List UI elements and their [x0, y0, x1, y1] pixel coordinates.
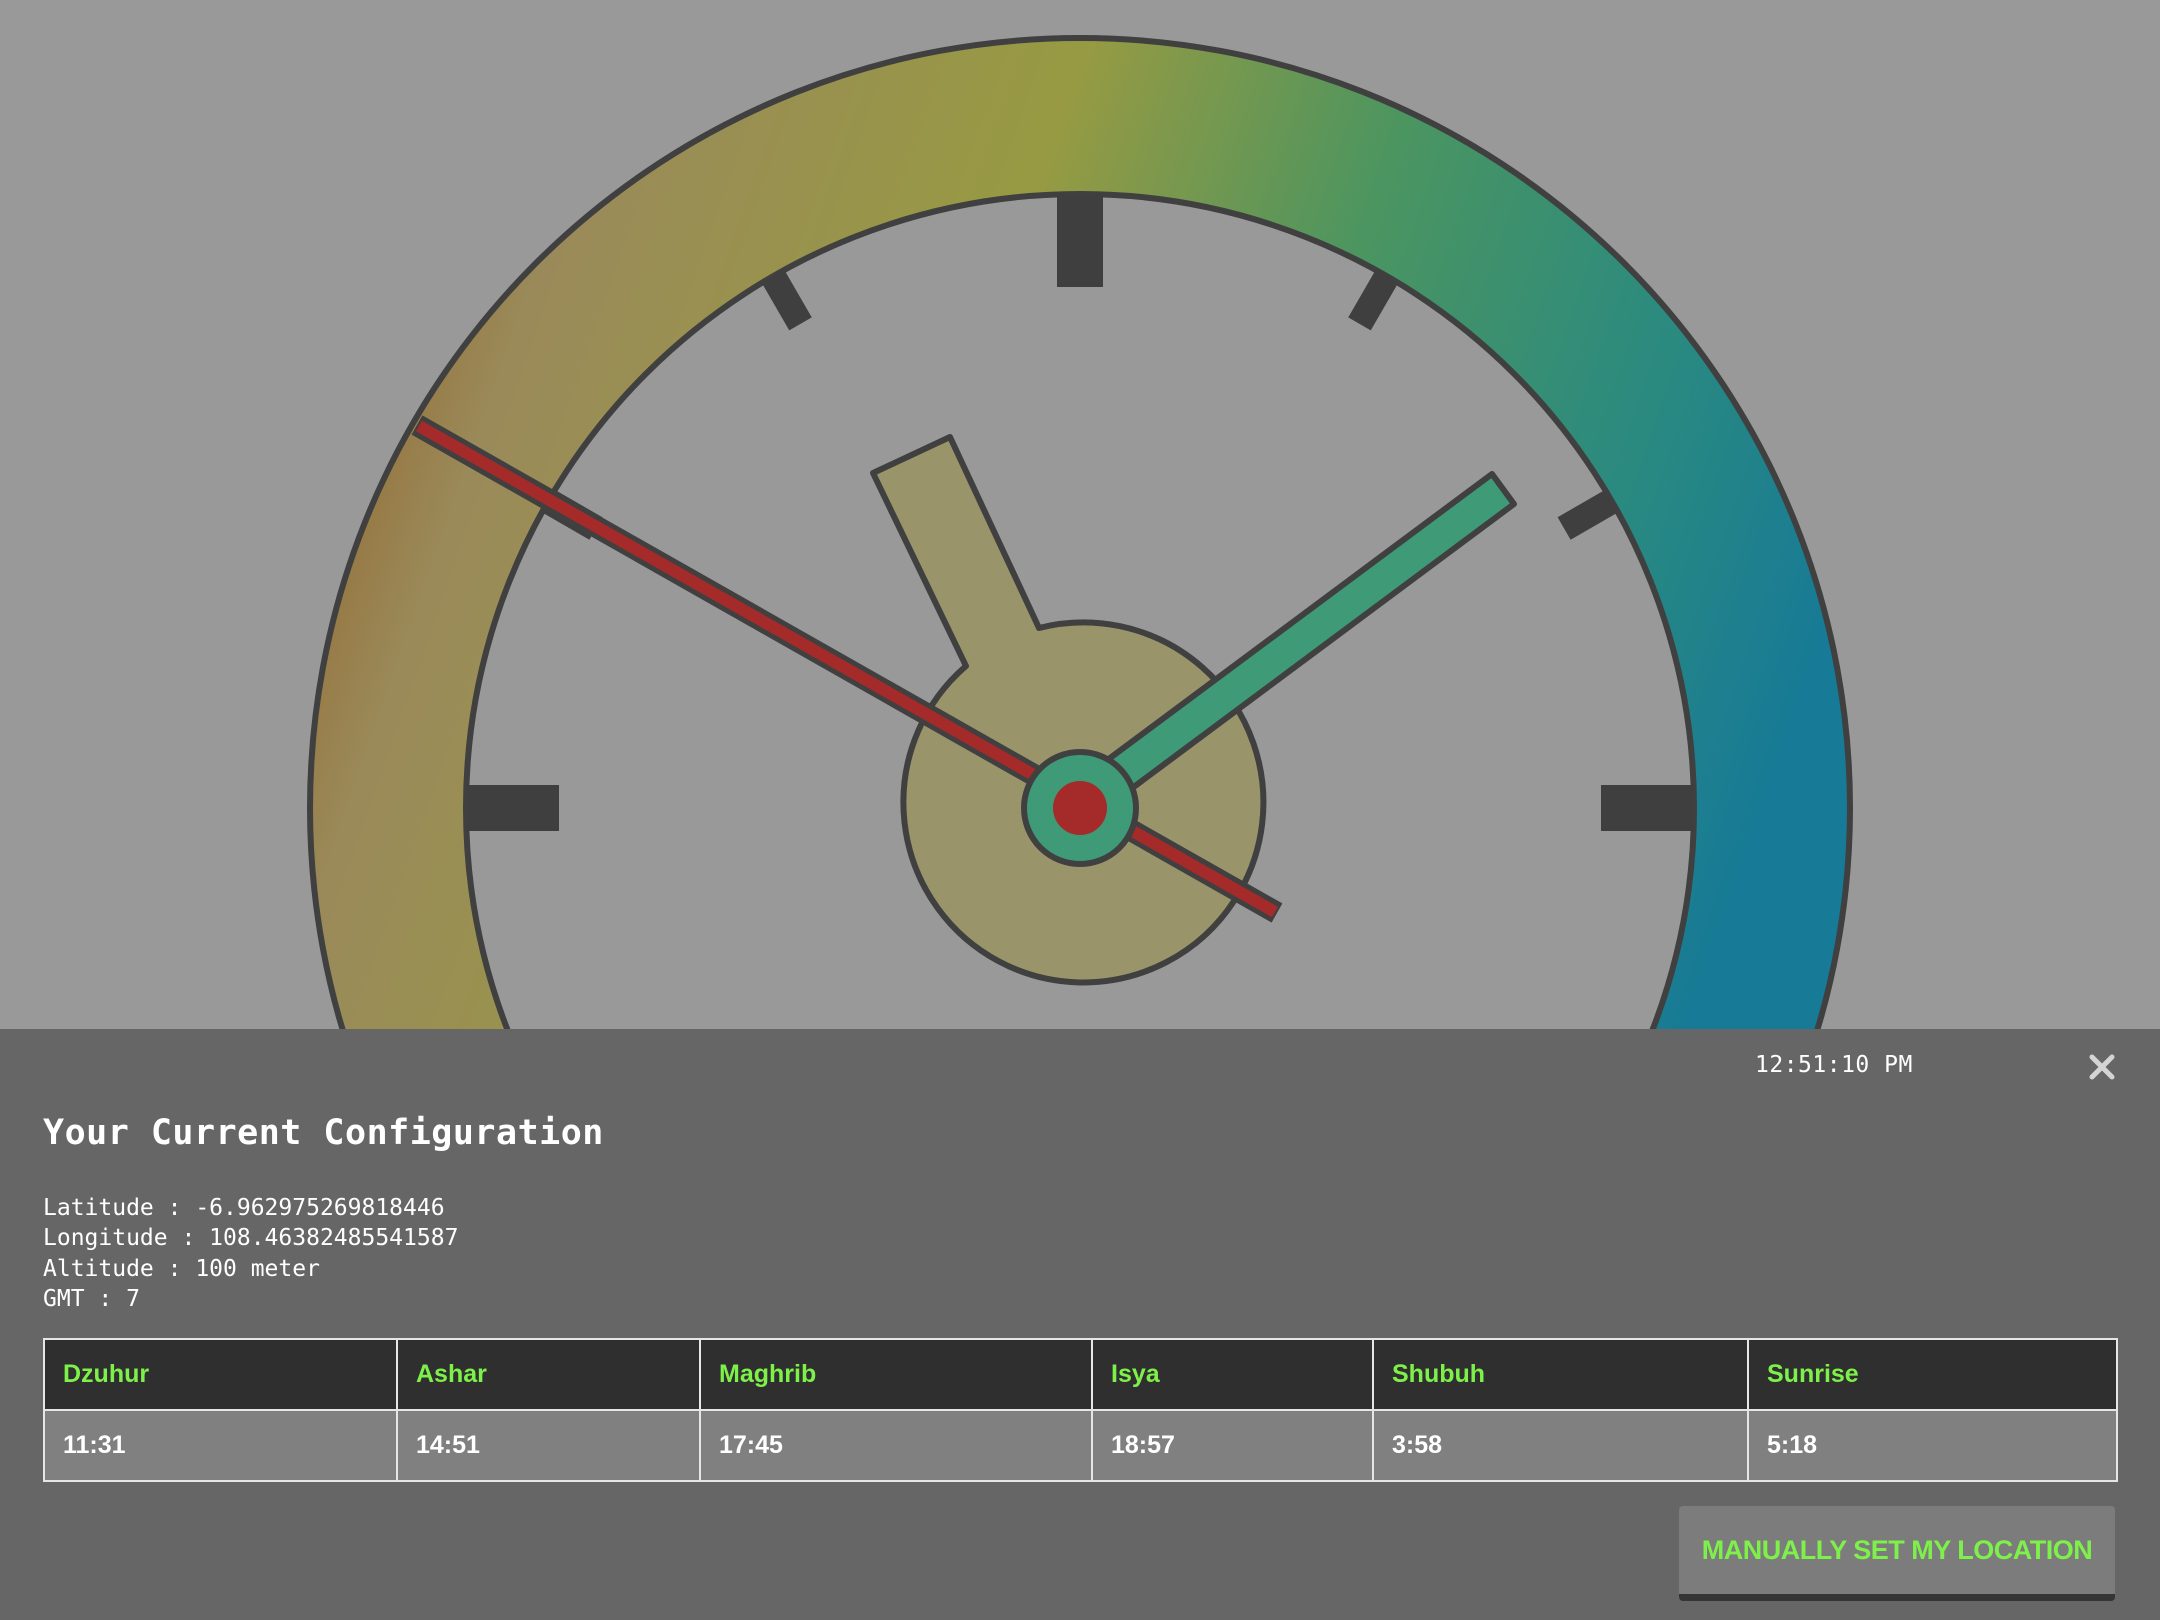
- header-dzuhur: Dzuhur: [43, 1338, 398, 1411]
- altitude-text: Altitude : 100 meter: [43, 1255, 320, 1282]
- minor-tick: [1557, 489, 1619, 540]
- major-tick: [466, 785, 559, 831]
- current-time: 12:51:10 PM: [1755, 1052, 1913, 1078]
- panel-title: Your Current Configuration: [43, 1113, 604, 1153]
- time-shubuh: 3:58: [1372, 1409, 1749, 1482]
- prayer-times-table: Dzuhur Ashar Maghrib Isya Shubuh Sunrise…: [43, 1338, 2118, 1482]
- close-icon: [2089, 1054, 2115, 1080]
- set-location-button[interactable]: MANUALLY SET MY LOCATION: [1679, 1506, 2115, 1601]
- header-shubuh: Shubuh: [1372, 1338, 1749, 1411]
- time-ashar: 14:51: [396, 1409, 701, 1482]
- major-tick: [1601, 785, 1694, 831]
- time-dzuhur: 11:31: [43, 1409, 398, 1482]
- minute-hand: [1103, 471, 1517, 792]
- time-maghrib: 17:45: [699, 1409, 1093, 1482]
- time-isya: 18:57: [1091, 1409, 1374, 1482]
- time-sunrise: 5:18: [1747, 1409, 2118, 1482]
- latitude-text: Latitude : -6.962975269818446: [43, 1195, 445, 1221]
- longitude-text: Longitude : 108.46382485541587: [43, 1225, 459, 1252]
- header-ashar: Ashar: [396, 1338, 701, 1411]
- close-button[interactable]: [2085, 1050, 2119, 1084]
- header-maghrib: Maghrib: [699, 1338, 1093, 1411]
- minor-tick: [761, 269, 812, 331]
- table-header-row: Dzuhur Ashar Maghrib Isya Shubuh Sunrise: [43, 1338, 2118, 1411]
- header-sunrise: Sunrise: [1747, 1338, 2118, 1411]
- major-tick: [1057, 194, 1103, 287]
- table-row: 11:31 14:51 17:45 18:57 3:58 5:18: [43, 1409, 2118, 1482]
- header-isya: Isya: [1091, 1338, 1374, 1411]
- clock-center-dot: [1053, 781, 1107, 835]
- location-info: Latitude : -6.962975269818446 Longitude …: [43, 1193, 458, 1314]
- minor-tick: [1348, 269, 1399, 331]
- app-screen: 12:51:10 PM Your Current Configuration L…: [0, 0, 2160, 1620]
- gmt-text: GMT : 7: [43, 1285, 140, 1312]
